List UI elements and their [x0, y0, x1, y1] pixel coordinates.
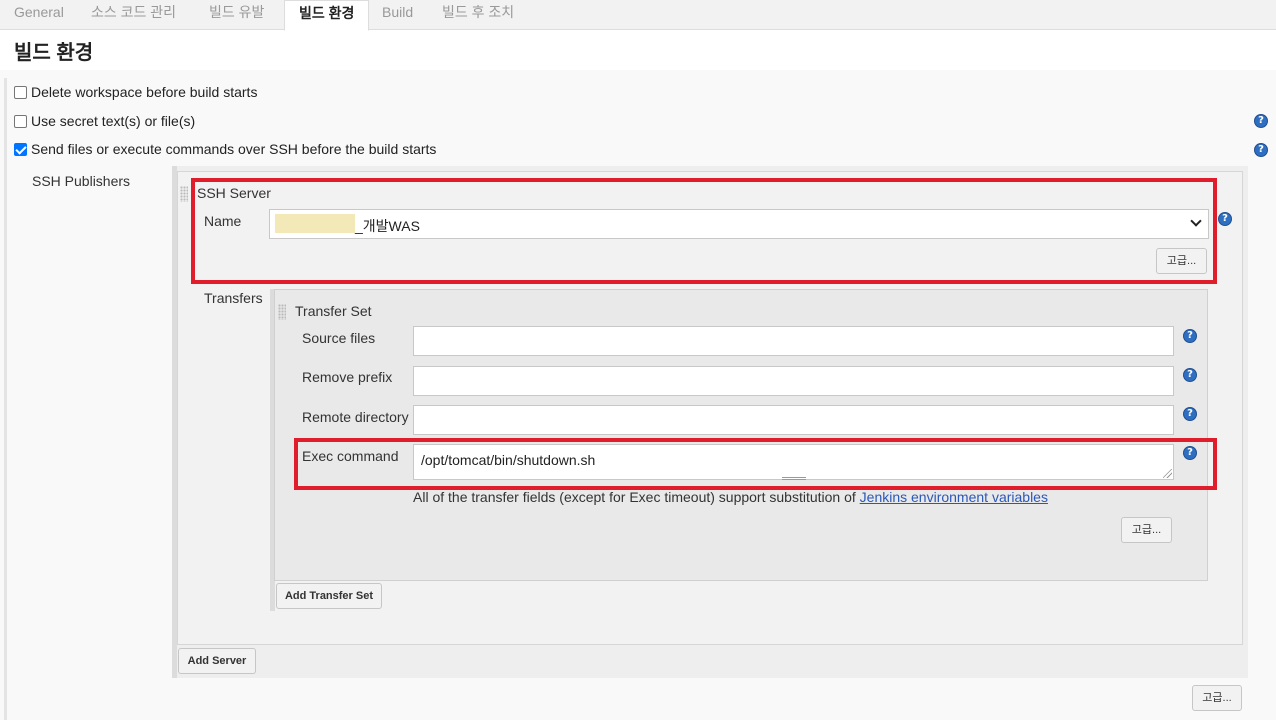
help-icon[interactable]: ? [1183, 407, 1197, 421]
help-icon[interactable]: ? [1254, 143, 1268, 157]
source-files-input[interactable] [413, 326, 1174, 356]
source-files-label: Source files [302, 330, 376, 346]
ssh-publishers-label: SSH Publishers [32, 173, 131, 189]
tab-build-environment[interactable]: 빌드 환경 [284, 0, 370, 31]
help-icon[interactable]: ? [1183, 368, 1197, 382]
delete-workspace-checkbox[interactable] [14, 86, 27, 99]
transfer-set-advanced-button[interactable]: 고급... [1121, 517, 1172, 543]
tab-build-triggers[interactable]: 빌드 유발 [195, 0, 278, 30]
ssh-send-files-label: Send files or execute commands over SSH … [31, 141, 437, 157]
tab-post-build-actions[interactable]: 빌드 후 조치 [428, 0, 528, 30]
drag-handle[interactable] [180, 186, 188, 202]
section-title: 빌드 환경 [14, 42, 94, 64]
tab-build[interactable]: Build [368, 0, 427, 30]
add-transfer-set-button[interactable]: Add Transfer Set [276, 583, 382, 609]
add-server-button[interactable]: Add Server [178, 648, 256, 674]
transfers-label: Transfers [204, 290, 263, 306]
ssh-send-files-checkbox[interactable] [14, 143, 27, 156]
drag-handle[interactable] [278, 304, 286, 320]
tab-source-code-management[interactable]: 소스 코드 관리 [77, 0, 190, 30]
delete-workspace-label: Delete workspace before build starts [31, 84, 258, 100]
tab-general[interactable]: General [0, 0, 78, 30]
help-icon[interactable]: ? [1218, 212, 1232, 226]
help-icon[interactable]: ? [1254, 114, 1268, 128]
secret-text-checkbox[interactable] [14, 115, 27, 128]
section-divider [4, 78, 7, 720]
remove-prefix-label: Remove prefix [302, 369, 393, 385]
remote-directory-input[interactable] [413, 405, 1174, 435]
tab-bar: General 소스 코드 관리 빌드 유발 빌드 환경 Build 빌드 후 … [0, 0, 1276, 31]
transfer-set-title: Transfer Set [295, 303, 372, 319]
help-icon[interactable]: ? [1183, 329, 1197, 343]
substitution-note: All of the transfer fields (except for E… [413, 489, 1048, 505]
jenkins-env-vars-link[interactable]: Jenkins environment variables [860, 489, 1048, 505]
secret-text-label: Use secret text(s) or file(s) [31, 113, 196, 129]
substitution-note-text: All of the transfer fields (except for E… [413, 489, 860, 505]
highlight-ssh-server [191, 178, 1217, 284]
highlight-exec-command [294, 438, 1217, 490]
remote-directory-label: Remote directory [302, 409, 409, 425]
remove-prefix-input[interactable] [413, 366, 1174, 396]
advanced-button[interactable]: 고급... [1192, 685, 1242, 711]
